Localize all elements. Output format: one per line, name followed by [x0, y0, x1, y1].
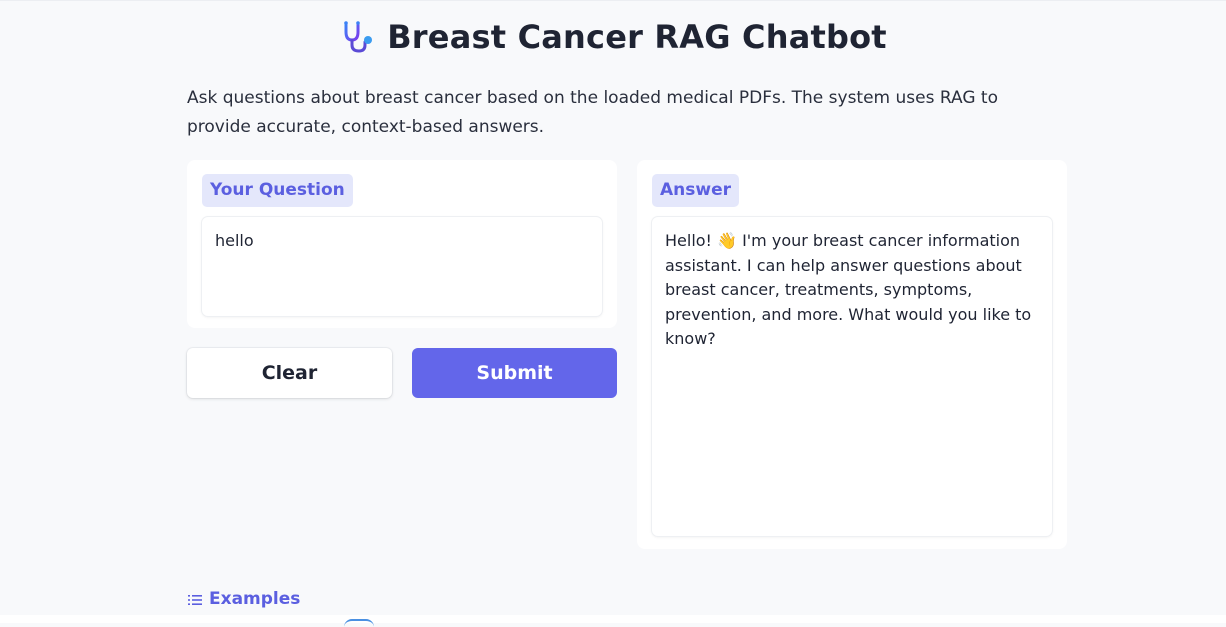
examples-header[interactable]: Examples	[187, 589, 300, 609]
stethoscope-icon	[339, 19, 375, 55]
submit-button[interactable]: Submit	[412, 348, 617, 398]
clear-button[interactable]: Clear	[187, 348, 392, 398]
answer-label: Answer	[652, 174, 739, 207]
question-panel: Your Question hello	[187, 160, 617, 328]
page-description: Ask questions about breast cancer based …	[187, 88, 998, 137]
page-header: Breast Cancer RAG Chatbot	[0, 18, 1226, 56]
examples-label: Examples	[209, 589, 301, 609]
question-input[interactable]: hello	[202, 217, 602, 316]
answer-output[interactable]: Hello! 👋 I'm your breast cancer informat…	[652, 217, 1052, 536]
bottom-bar	[0, 615, 1226, 623]
page-title: Breast Cancer RAG Chatbot	[387, 18, 887, 56]
top-divider	[0, 0, 1226, 1]
list-icon	[187, 592, 203, 606]
spinner-icon	[344, 619, 374, 627]
answer-panel: Answer Hello! 👋 I'm your breast cancer i…	[637, 160, 1067, 549]
question-label: Your Question	[202, 174, 353, 207]
